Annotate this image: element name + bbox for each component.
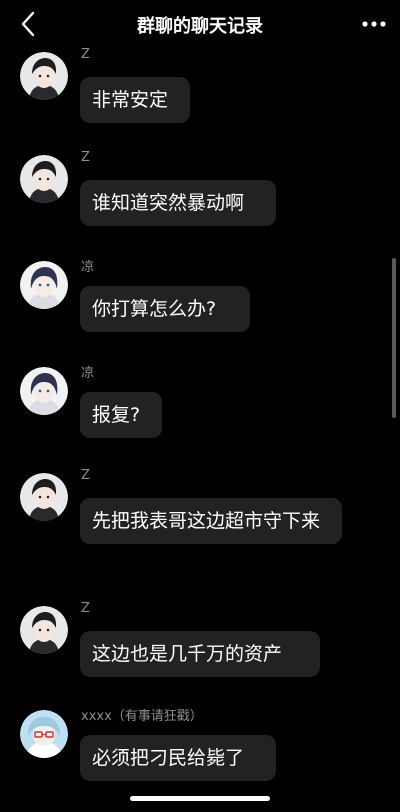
sender-name: Z xyxy=(81,47,90,62)
message-bubble[interactable]: 必须把刁民给毙了 xyxy=(80,735,276,781)
sender-name: Z xyxy=(81,150,90,165)
avatar-liang[interactable] xyxy=(20,261,68,309)
message-bubble[interactable]: 先把我表哥这边超市守下来 xyxy=(80,498,342,544)
sender-name: 凉 xyxy=(81,260,95,275)
message-bubble[interactable]: 报复? xyxy=(80,392,162,438)
ellipsis-icon xyxy=(362,21,386,27)
page-title: 群聊的聊天记录 xyxy=(137,16,263,37)
message-bubble[interactable]: 你打算怎么办? xyxy=(80,286,250,332)
message-bubble[interactable]: 非常安定 xyxy=(80,77,190,123)
message-bubble[interactable]: 这边也是几千万的资产 xyxy=(80,631,320,677)
avatar-z[interactable] xyxy=(20,473,68,521)
message-bubble[interactable]: 谁知道突然暴动啊 xyxy=(80,180,276,226)
sender-name: Z xyxy=(81,601,90,616)
avatar-liang[interactable] xyxy=(20,367,68,415)
sender-name: xxxx（有事请狂戳） xyxy=(81,709,203,724)
avatar-z[interactable] xyxy=(20,606,68,654)
nav-header: 群聊的聊天记录 xyxy=(0,0,400,48)
scrollbar[interactable] xyxy=(392,258,396,418)
home-indicator[interactable] xyxy=(130,796,270,801)
sender-name: 凉 xyxy=(81,366,95,381)
more-button[interactable] xyxy=(358,8,390,40)
sender-name: Z xyxy=(81,468,90,483)
avatar-z[interactable] xyxy=(20,52,68,100)
avatar-z[interactable] xyxy=(20,155,68,203)
avatar-xxxx[interactable] xyxy=(20,710,68,758)
